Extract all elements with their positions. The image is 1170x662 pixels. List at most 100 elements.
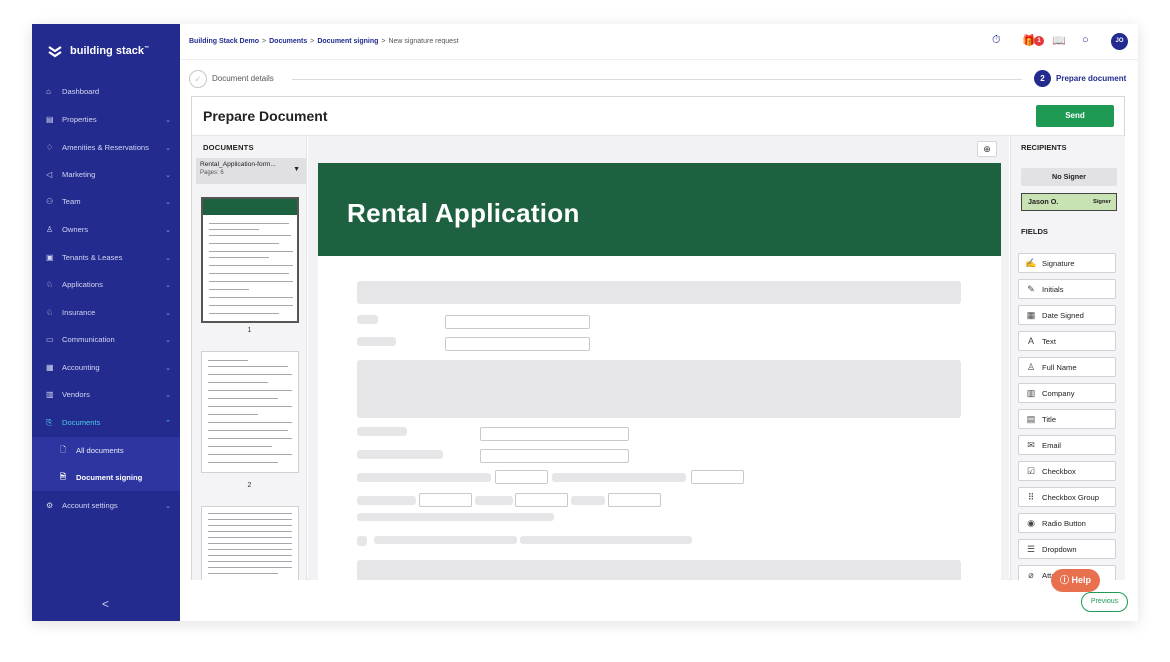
step-number: 2	[1034, 70, 1051, 87]
chevron-down-icon: ⌄	[165, 502, 171, 510]
nav-item-communication[interactable]: ▭Communication⌄	[32, 326, 180, 353]
nav-item-tenants[interactable]: ▣Tenants & Leases⌄	[32, 244, 180, 271]
brand-name: building stack™	[70, 45, 149, 57]
placeholder-bar	[357, 281, 961, 304]
company-icon: ▥	[1024, 388, 1038, 399]
document-preview: ⊕ Rental Application	[308, 136, 1009, 580]
form-field[interactable]	[608, 493, 661, 507]
check-icon: ✓	[189, 70, 207, 88]
documents-panel: DOCUMENTS Rental_Application-form... Pag…	[192, 136, 307, 580]
user-avatar[interactable]: JO	[1111, 33, 1128, 50]
nav-item-amenities[interactable]: ♢Amenities & Reservations⌄	[32, 134, 180, 161]
field-checkbox-group[interactable]: ⠿Checkbox Group	[1018, 487, 1116, 507]
nav-item-marketing[interactable]: ◁Marketing⌄	[32, 161, 180, 188]
chevron-down-icon: ⌄	[165, 116, 171, 124]
form-field[interactable]	[480, 449, 629, 463]
nav-item-account-settings[interactable]: ⚙Account settings⌄	[32, 492, 180, 519]
calendar-icon: ▦	[1024, 310, 1038, 321]
amenity-icon: ♢	[46, 143, 58, 152]
application-icon: ♘	[46, 280, 58, 289]
nav-item-accounting[interactable]: ▦Accounting⌄	[32, 354, 180, 381]
notification-badge: 1	[1034, 36, 1044, 46]
app-window: building stack™ ⌂Dashboard ▤Properties⌄ …	[32, 24, 1138, 621]
step-document-details[interactable]: Document details	[212, 74, 274, 83]
no-signer-button[interactable]: No Signer	[1021, 168, 1117, 186]
nav-item-team[interactable]: ⚇Team⌄	[32, 188, 180, 215]
form-field[interactable]	[495, 470, 548, 484]
previous-button[interactable]: Previous	[1081, 592, 1128, 612]
form-field[interactable]	[691, 470, 744, 484]
nav-item-insurance[interactable]: ♘Insurance⌄	[32, 299, 180, 326]
logo-icon	[46, 42, 64, 60]
field-full-name[interactable]: ♙Full Name	[1018, 357, 1116, 377]
chevron-down-icon: ⌄	[165, 391, 171, 399]
document-header-band: Rental Application	[318, 163, 1001, 256]
team-icon: ⚇	[46, 197, 58, 206]
field-dropdown[interactable]: ☰Dropdown	[1018, 539, 1116, 559]
nav-item-dashboard[interactable]: ⌂Dashboard	[32, 78, 180, 105]
text-icon: A	[1024, 336, 1038, 346]
form-field[interactable]	[419, 493, 472, 507]
form-field[interactable]	[445, 315, 590, 329]
breadcrumb-link[interactable]: Documents	[269, 38, 307, 45]
step-prepare-document: Prepare document	[1056, 74, 1126, 83]
timer-icon[interactable]: ⏱	[992, 34, 1001, 47]
form-field[interactable]	[445, 337, 590, 351]
brand-logo[interactable]: building stack™	[46, 40, 149, 62]
nav-item-properties[interactable]: ▤Properties⌄	[32, 106, 180, 133]
form-field[interactable]	[480, 427, 629, 441]
document-pages: Pages: 6	[200, 170, 302, 176]
breadcrumb-current: New signature request	[388, 38, 458, 45]
chevron-down-icon: ⌄	[165, 336, 171, 344]
recipient-signer[interactable]: SignerJason O.	[1021, 193, 1117, 211]
recipients-fields-panel: RECIPIENTS No Signer SignerJason O. FIEL…	[1010, 136, 1125, 580]
lease-icon: ▣	[46, 253, 58, 262]
vendor-icon: ▥	[46, 390, 58, 399]
file-signed-icon: 🖹	[60, 471, 72, 484]
send-button[interactable]: Send	[1036, 105, 1114, 127]
gear-icon: ⚙	[46, 501, 58, 510]
nav-subitem-all-documents[interactable]: 🗋All documents	[32, 437, 180, 464]
page-thumbnail-1[interactable]	[201, 197, 299, 323]
chevron-down-icon: ⌄	[165, 281, 171, 289]
field-title[interactable]: ▤Title	[1018, 409, 1116, 429]
nav-item-documents[interactable]: ⎘Documents⌃	[32, 409, 180, 436]
page-thumbnail-3[interactable]	[201, 506, 299, 580]
chat-bubble-icon[interactable]: ○	[1082, 34, 1089, 46]
breadcrumb-link[interactable]: Building Stack Demo	[189, 38, 259, 45]
nav-item-applications[interactable]: ♘Applications⌄	[32, 271, 180, 298]
zoom-in-icon[interactable]: ⊕	[977, 141, 997, 157]
field-radio-button[interactable]: ◉Radio Button	[1018, 513, 1116, 533]
file-icon: 🗋	[60, 444, 72, 457]
nav-item-vendors[interactable]: ▥Vendors⌄	[32, 381, 180, 408]
chevron-down-icon: ⌄	[165, 254, 171, 262]
field-text[interactable]: AText	[1018, 331, 1116, 351]
field-email[interactable]: ✉Email	[1018, 435, 1116, 455]
field-checkbox[interactable]: ☑Checkbox	[1018, 461, 1116, 481]
book-icon[interactable]: 📖	[1052, 34, 1066, 47]
caret-down-icon: ▼	[293, 166, 300, 173]
form-field[interactable]	[515, 493, 568, 507]
field-initials[interactable]: ✎Initials	[1018, 279, 1116, 299]
chevron-down-icon: ⌄	[165, 198, 171, 206]
nav-item-owners[interactable]: ♙Owners⌄	[32, 216, 180, 243]
top-bar: Building Stack Demo>Documents>Document s…	[180, 24, 1138, 60]
help-button[interactable]: ⓘ Help	[1051, 569, 1100, 592]
person-icon: ♙	[1024, 362, 1038, 373]
signer-role: Signer	[1093, 194, 1111, 210]
page-thumbnail-2[interactable]	[201, 351, 299, 473]
chevron-down-icon: ⌄	[165, 144, 171, 152]
checkbox-icon: ☑	[1024, 466, 1038, 477]
nav-subitem-document-signing[interactable]: 🖹Document signing	[32, 464, 180, 491]
field-company[interactable]: ▥Company	[1018, 383, 1116, 403]
building-icon: ▤	[46, 115, 58, 124]
field-date-signed[interactable]: ▦Date Signed	[1018, 305, 1116, 325]
breadcrumb: Building Stack Demo>Documents>Document s…	[189, 38, 459, 45]
document-icon: ⎘	[46, 418, 58, 428]
chevron-down-icon: ⌄	[165, 171, 171, 179]
field-signature[interactable]: ✍Signature	[1018, 253, 1116, 273]
breadcrumb-link[interactable]: Document signing	[317, 38, 378, 45]
collapse-sidebar-button[interactable]: <	[102, 597, 109, 611]
thumbnail-header	[203, 199, 297, 215]
document-selector[interactable]: Rental_Application-form... Pages: 6 ▼	[196, 158, 306, 184]
